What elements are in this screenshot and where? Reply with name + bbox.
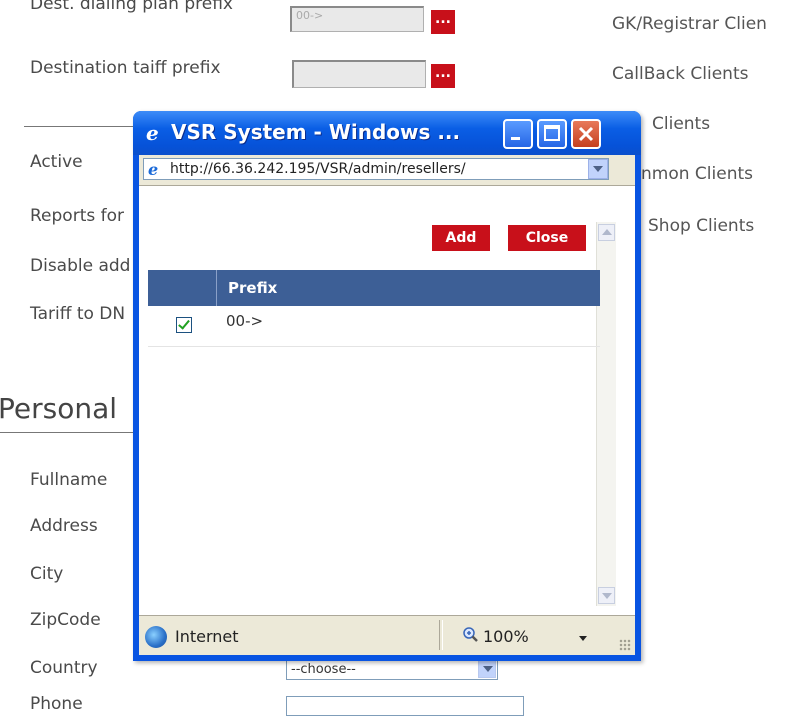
close-icon bbox=[578, 126, 594, 142]
dest-dialing-prefix-dots-button[interactable]: ... bbox=[431, 10, 455, 34]
fullname-label: Fullname bbox=[30, 470, 108, 490]
phone-label: Phone bbox=[30, 694, 83, 714]
city-label: City bbox=[30, 564, 64, 584]
minimize-button[interactable] bbox=[503, 119, 533, 149]
prefix-table-header: Prefix bbox=[148, 270, 600, 306]
dest-dialing-prefix-field[interactable]: 00-> bbox=[290, 6, 424, 32]
country-select[interactable]: --choose-- bbox=[286, 658, 498, 680]
prefix-cell: 00-> bbox=[226, 312, 264, 330]
reports-for-label: Reports for bbox=[30, 206, 124, 226]
divider bbox=[24, 126, 144, 127]
close-window-button[interactable] bbox=[571, 119, 601, 149]
prefix-column-header[interactable]: Prefix bbox=[228, 279, 277, 297]
maximize-button[interactable] bbox=[537, 119, 567, 149]
chevron-down-icon[interactable] bbox=[478, 660, 496, 678]
right-link-callback[interactable]: CallBack Clients bbox=[612, 64, 748, 84]
personal-section-title: Personal bbox=[0, 392, 118, 425]
section-divider bbox=[0, 432, 140, 433]
svg-text:e: e bbox=[146, 123, 159, 143]
scroll-down-icon[interactable] bbox=[598, 587, 615, 604]
add-button[interactable]: Add bbox=[432, 225, 490, 251]
right-link-shop-clients[interactable]: Shop Clients bbox=[648, 216, 754, 236]
resize-grip-icon[interactable] bbox=[619, 639, 631, 651]
country-label: Country bbox=[30, 658, 98, 678]
row-checkbox[interactable] bbox=[176, 317, 192, 333]
dest-dialing-prefix-label: Dest. dialing plan prefix bbox=[30, 0, 233, 14]
active-label: Active bbox=[30, 152, 83, 172]
address-field[interactable]: e http://66.36.242.195/VSR/admin/reselle… bbox=[143, 158, 609, 180]
zoom-level[interactable]: 100% bbox=[483, 627, 529, 646]
address-bar: e http://66.36.242.195/VSR/admin/reselle… bbox=[139, 155, 635, 185]
zoom-icon bbox=[463, 627, 478, 642]
status-divider bbox=[439, 620, 443, 650]
tariff-to-dn-label: Tariff to DN bbox=[30, 304, 126, 324]
maximize-icon bbox=[544, 125, 560, 141]
popup-title: VSR System - Windows ... bbox=[171, 120, 461, 144]
security-zone: Internet bbox=[175, 627, 239, 646]
address-dropdown-icon[interactable] bbox=[588, 159, 608, 179]
dest-tariff-prefix-field[interactable] bbox=[292, 60, 426, 88]
header-separator bbox=[216, 270, 217, 306]
dest-tariff-prefix-dots-button[interactable]: ... bbox=[431, 64, 455, 88]
scroll-up-icon[interactable] bbox=[598, 224, 615, 241]
right-link-gk-registrar[interactable]: GK/Registrar Clien bbox=[612, 14, 767, 34]
svg-text:e: e bbox=[148, 161, 158, 177]
right-link-clients[interactable]: Clients bbox=[652, 114, 710, 134]
minimize-icon bbox=[511, 137, 520, 140]
right-link-common-clients[interactable]: nmon Clients bbox=[641, 164, 753, 184]
popup-titlebar[interactable]: e VSR System - Windows ... bbox=[133, 111, 641, 155]
status-bar: Internet 100% bbox=[139, 615, 635, 655]
phone-field[interactable] bbox=[286, 696, 524, 716]
ie-logo-icon: e bbox=[146, 123, 159, 143]
close-button[interactable]: Close bbox=[508, 225, 586, 251]
popup-window: e VSR System - Windows ... e http://66.3… bbox=[133, 111, 641, 661]
zipcode-label: ZipCode bbox=[30, 610, 101, 630]
table-row: 00-> bbox=[148, 306, 600, 347]
address-label: Address bbox=[30, 516, 98, 536]
disable-add-label: Disable add bbox=[30, 256, 131, 276]
ie-page-icon: e bbox=[148, 161, 158, 177]
internet-globe-icon bbox=[145, 626, 167, 648]
dest-tariff-prefix-label: Destination taiff prefix bbox=[30, 58, 221, 78]
field-value: 00-> bbox=[296, 9, 324, 22]
address-url: http://66.36.242.195/VSR/admin/resellers… bbox=[170, 161, 466, 177]
country-select-value: --choose-- bbox=[291, 662, 356, 677]
zoom-dropdown-icon[interactable] bbox=[579, 636, 587, 641]
